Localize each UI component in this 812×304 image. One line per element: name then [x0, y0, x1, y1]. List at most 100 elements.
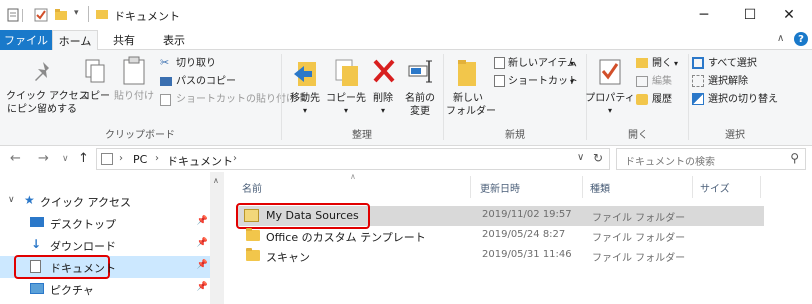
- select-all-button[interactable]: すべて選択: [692, 56, 802, 72]
- file-date: 2019/05/31 11:46: [482, 249, 572, 260]
- column-divider[interactable]: [760, 176, 761, 198]
- help-icon[interactable]: ?: [794, 32, 808, 46]
- up-arrow-icon[interactable]: ↑: [78, 151, 89, 166]
- properties-checkbox-icon[interactable]: [34, 8, 48, 22]
- column-divider[interactable]: [470, 176, 471, 198]
- edit-label: 編集: [652, 76, 672, 87]
- breadcrumb-separator-icon[interactable]: ›: [155, 153, 159, 164]
- open-icon: [636, 58, 648, 68]
- history-button[interactable]: 履歴: [636, 92, 686, 108]
- pin-to-quick-access-button[interactable]: クイック アクセス にピン留めする: [6, 54, 89, 120]
- download-arrow-icon: ↓: [31, 237, 42, 251]
- pin-icon: [32, 60, 54, 89]
- invert-selection-label: 選択の切り替え: [708, 94, 778, 105]
- address-bar[interactable]: › PC › ドキュメント › ∨ ↻: [96, 148, 610, 170]
- paste-shortcut-button[interactable]: ショートカットの貼り付け: [160, 92, 296, 108]
- nav-item-pictures[interactable]: ピクチャ 📌: [0, 278, 210, 300]
- new-folder-label-line2: フォルダー: [446, 106, 496, 117]
- nav-quick-access[interactable]: ∨ ★ クイック アクセス: [0, 190, 210, 212]
- document-icon[interactable]: [6, 8, 20, 22]
- column-header-size[interactable]: サイズ: [700, 180, 730, 195]
- star-icon: ★: [24, 193, 35, 207]
- nav-scrollbar[interactable]: ∧: [210, 172, 224, 304]
- breadcrumb-pc[interactable]: PC: [133, 153, 147, 166]
- expand-chevron-icon[interactable]: ∨: [8, 195, 15, 205]
- nav-item-label: ピクチャ: [50, 284, 94, 297]
- delete-button[interactable]: 削除 ▾: [368, 54, 398, 120]
- tab-share[interactable]: 共有: [104, 30, 144, 50]
- column-header-date[interactable]: 更新日時: [480, 180, 520, 195]
- tab-home[interactable]: ホーム: [52, 30, 98, 51]
- column-divider[interactable]: [692, 176, 693, 198]
- paste-button[interactable]: 貼り付け: [114, 54, 154, 114]
- invert-selection-button[interactable]: 選択の切り替え: [692, 92, 802, 108]
- nav-item-downloads[interactable]: ↓ ダウンロード 📌: [0, 234, 210, 256]
- documents-icon: [30, 260, 41, 273]
- shortcut-label: ショートカット: [508, 76, 578, 87]
- file-type: ファイル フォルダー: [592, 213, 686, 224]
- breadcrumb-separator-icon[interactable]: ›: [119, 153, 123, 164]
- open-button[interactable]: 開く ▾: [636, 56, 686, 72]
- sort-ascending-icon: ∧: [350, 172, 356, 181]
- tab-view[interactable]: 表示: [152, 30, 196, 50]
- file-row[interactable]: My Data Sources 2019/11/02 19:57 ファイル フォ…: [236, 203, 764, 229]
- nav-item-documents[interactable]: ドキュメント 📌: [0, 255, 210, 279]
- file-row[interactable]: Office のカスタム テンプレート 2019/05/24 8:27 ファイル…: [236, 226, 764, 246]
- back-arrow-icon[interactable]: ←: [10, 151, 21, 166]
- scroll-up-icon[interactable]: ∧: [213, 176, 219, 185]
- file-name: Office のカスタム テンプレート: [266, 231, 426, 244]
- column-divider[interactable]: [582, 176, 583, 198]
- scissors-icon: ✂: [160, 56, 170, 69]
- organize-group-label: 整理: [352, 130, 372, 141]
- select-none-button[interactable]: 選択解除: [692, 74, 802, 90]
- column-header-type[interactable]: 種類: [590, 180, 610, 195]
- minimize-button[interactable]: ─: [681, 0, 727, 30]
- tab-file[interactable]: ファイル: [0, 30, 52, 50]
- pin-icon[interactable]: 📌: [197, 260, 208, 270]
- pin-icon[interactable]: 📌: [197, 282, 208, 292]
- select-all-label: すべて選択: [708, 58, 757, 69]
- new-group-label: 新規: [505, 130, 525, 141]
- shortcut-button[interactable]: ショートカット ▾: [494, 74, 584, 90]
- properties-button[interactable]: プロパティ ▾: [585, 54, 635, 120]
- close-button[interactable]: ✕: [766, 0, 812, 30]
- divider: [22, 9, 23, 22]
- pin-label-line1: クイック アクセス: [6, 91, 89, 102]
- file-row[interactable]: スキャン 2019/05/31 11:46 ファイル フォルダー: [236, 246, 764, 266]
- customize-toolbar-icon[interactable]: ▾: [74, 8, 79, 18]
- title-bar: ▾ ドキュメント ─ ☐ ✕: [0, 0, 812, 30]
- ribbon: クイック アクセス にピン留めする コピー 貼り付け ✂ 切り取り パスのコピー…: [0, 50, 812, 146]
- edit-button[interactable]: 編集: [636, 74, 686, 90]
- nav-item-label: デスクトップ: [50, 218, 116, 231]
- new-folder-label-line1: 新しい: [453, 93, 483, 104]
- move-to-icon: [292, 58, 318, 91]
- file-name: スキャン: [266, 251, 310, 264]
- move-to-button[interactable]: 移動先 ▾: [286, 54, 324, 120]
- address-dropdown-icon[interactable]: ∨: [577, 152, 584, 163]
- copy-to-button[interactable]: コピー先 ▾: [326, 54, 366, 120]
- rename-button[interactable]: 名前の 変更: [400, 54, 440, 120]
- new-folder-button[interactable]: 新しい フォルダー: [446, 54, 496, 120]
- forward-arrow-icon[interactable]: →: [38, 151, 49, 166]
- pin-icon[interactable]: 📌: [197, 238, 208, 248]
- search-icon[interactable]: ⚲: [790, 151, 799, 165]
- breadcrumb-separator-icon[interactable]: ›: [233, 153, 237, 164]
- new-folder-icon[interactable]: [54, 8, 68, 22]
- new-item-label: 新しいアイテム: [508, 58, 577, 69]
- ribbon-tabs: ファイル ホーム 共有 表示 ∧ ?: [0, 30, 812, 51]
- dropdown-arrow-icon: ▾: [607, 106, 612, 115]
- copy-path-button[interactable]: パスのコピー: [160, 74, 256, 90]
- pin-icon[interactable]: 📌: [197, 216, 208, 226]
- breadcrumb-documents[interactable]: ドキュメント: [167, 153, 233, 169]
- invert-selection-icon: [692, 93, 704, 105]
- nav-item-desktop[interactable]: デスクトップ 📌: [0, 212, 210, 234]
- cut-button[interactable]: ✂ 切り取り: [160, 56, 256, 72]
- window-title: ドキュメント: [114, 10, 180, 23]
- refresh-icon[interactable]: ↻: [593, 151, 603, 165]
- recent-locations-chevron-icon[interactable]: ∨: [62, 154, 69, 164]
- copy-button[interactable]: コピー: [80, 54, 110, 114]
- ribbon-collapse-icon[interactable]: ∧: [777, 33, 784, 44]
- column-header-name[interactable]: 名前: [242, 180, 262, 195]
- new-item-button[interactable]: 新しいアイテム ▾: [494, 56, 584, 72]
- search-input[interactable]: ドキュメントの検索 ⚲: [616, 148, 806, 170]
